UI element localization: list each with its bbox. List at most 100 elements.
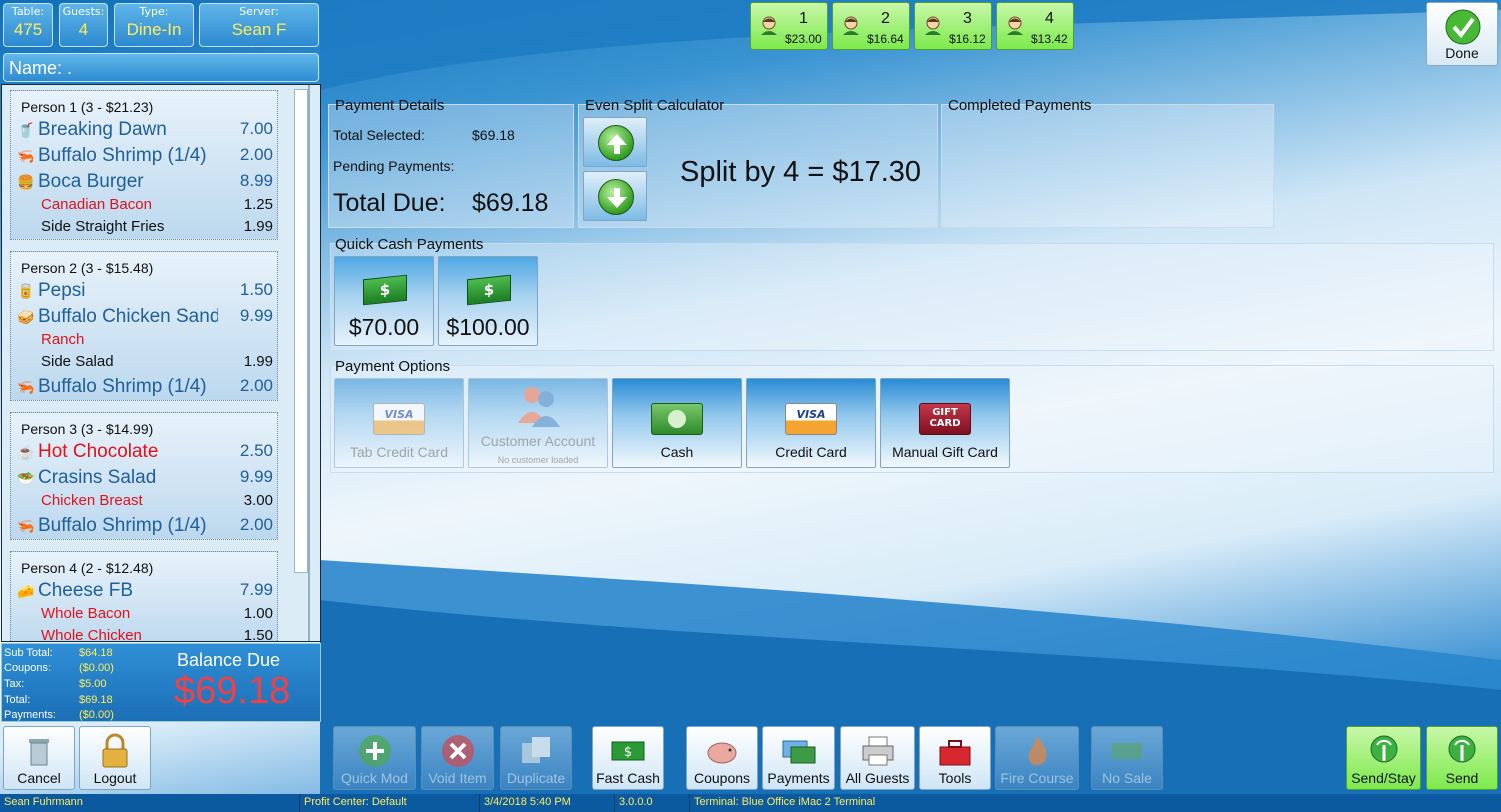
server-label: Server: [239, 5, 279, 18]
order-item[interactable]: 🥪Buffalo Chicken Sandwich 9.99 [11, 304, 277, 330]
order-item[interactable]: 🥗 Crasins Salad 9.99 [11, 465, 277, 491]
cancel-button[interactable]: Cancel [3, 726, 75, 790]
arrow-down-icon [598, 179, 634, 215]
order-scrollbar[interactable] [294, 89, 308, 573]
fire-course-button[interactable]: Fire Course [995, 726, 1079, 790]
table-box: Table: 475 [3, 3, 53, 47]
cash-button[interactable]: Cash [612, 378, 742, 468]
guest-chip-2[interactable]: 2 $16.64 [832, 2, 910, 50]
order-modifier[interactable]: Canadian Bacon 1.25 [11, 195, 277, 217]
done-button[interactable]: Done [1426, 2, 1498, 66]
line-name: Side Straight Fries [41, 218, 165, 235]
payments-row: Payments: ($0.00) [4, 709, 114, 721]
line-price: 9.99 [239, 467, 273, 486]
subtotal-value: $64.18 [79, 647, 113, 659]
line-price: 3.00 [243, 492, 273, 509]
line-name: Whole Chicken [41, 627, 142, 642]
order-item[interactable]: 🍔 Boca Burger 8.99 [11, 169, 277, 195]
order-modifier[interactable]: Ranch [11, 330, 277, 352]
order-item[interactable]: 🦐 Buffalo Shrimp (1/4) 2.00 [11, 374, 277, 400]
fire-icon [1028, 736, 1047, 766]
send-stay-button[interactable]: Send/Stay [1346, 726, 1421, 790]
line-name: Chicken Breast [41, 492, 143, 509]
fast-cash-button[interactable]: $ Fast Cash [592, 726, 664, 790]
line-price: 2.50 [239, 441, 273, 460]
manual-gift-card-button[interactable]: GIFT CARD Manual Gift Card [880, 378, 1010, 468]
guests-label: Guests: [62, 5, 105, 18]
table-value: 475 [13, 20, 43, 39]
cash-bill-icon: $ [467, 274, 511, 306]
order-modifier[interactable]: Whole Bacon 1.00 [11, 604, 277, 626]
order-item[interactable]: 🦐 Buffalo Shrimp (1/4) 2.00 [11, 143, 277, 169]
person-group[interactable]: Person 1 (3 - $21.23) 🥤 Breaking Dawn 7.00 🦐… [10, 90, 278, 240]
line-name: Buffalo Shrimp (1/4) [38, 145, 207, 166]
no-sale-button[interactable]: No Sale [1091, 726, 1163, 790]
order-modifier[interactable]: Whole Chicken 1.50 [11, 626, 277, 642]
split-result: Split by 4 = $17.30 [680, 156, 922, 188]
line-name: Ranch [41, 331, 85, 348]
logout-button[interactable]: Logout [79, 726, 151, 790]
line-name: Breaking Dawn [38, 119, 167, 140]
duplicate-button[interactable]: Duplicate [500, 726, 572, 790]
person-header[interactable]: Person 3 (3 - $14.99) [11, 413, 277, 439]
payment-cards-icon [782, 740, 815, 764]
person-group[interactable]: Person 4 (2 - $12.48) 🧀 Cheese FB 7.99 Whole… [10, 551, 278, 642]
status-datetime: 3/4/2018 5:40 PM [480, 794, 615, 812]
split-down-button[interactable] [583, 171, 647, 221]
status-terminal: Terminal: Blue Office iMac 2 Terminal [694, 796, 876, 808]
person-header[interactable]: Person 1 (3 - $21.23) [11, 91, 277, 117]
tab-credit-card-button[interactable]: VISA Tab Credit Card [334, 378, 464, 468]
line-price: 1.25 [243, 196, 273, 213]
line-name: Cheese FB [38, 580, 134, 601]
line-price: 7.00 [239, 119, 273, 138]
send-button[interactable]: Send [1426, 726, 1498, 790]
line-name: Canadian Bacon [41, 196, 152, 213]
quick-mod-button[interactable]: Quick Mod [333, 726, 416, 790]
cash-drawer-icon [1112, 743, 1142, 759]
tools-button[interactable]: Tools [919, 726, 991, 790]
order-item[interactable]: 🧀 Cheese FB 7.99 [11, 578, 277, 604]
order-modifier[interactable]: Side Straight Fries 1.99 [11, 217, 277, 239]
line-name: Side Salad [41, 353, 114, 370]
visa-card-icon: VISA [785, 403, 837, 435]
order-item[interactable]: ☕ Hot Chocolate 2.50 [11, 439, 277, 465]
order-modifier[interactable]: Side Salad 1.99 [11, 352, 277, 374]
order-modifier[interactable]: Chicken Breast 3.00 [11, 491, 277, 513]
void-item-button[interactable]: Void Item [421, 726, 494, 790]
person-group[interactable]: Person 2 (3 - $15.48) 🥫 Pepsi 1.50 🥪 Buffalo … [10, 251, 278, 401]
person-header[interactable]: Person 4 (2 - $12.48) [11, 552, 277, 578]
payments-button[interactable]: Payments [762, 726, 835, 790]
guest-chip-3[interactable]: 3 $16.12 [914, 2, 992, 50]
customer-name-field[interactable]: Name: . [3, 53, 319, 82]
line-name: Buffalo Shrimp (1/4) [38, 515, 207, 536]
order-item[interactable]: 🥤 Breaking Dawn 7.00 [11, 117, 277, 143]
total-row: Total: $69.18 [4, 694, 113, 706]
server-value: Sean F [231, 20, 287, 39]
cash-icon [651, 403, 703, 435]
customer-account-button[interactable]: Customer Account No customer loaded [468, 378, 608, 468]
quick-cash-title: Quick Cash Payments [335, 236, 484, 253]
guest-chip-4[interactable]: 4 $13.42 [996, 2, 1074, 50]
total-due-value: $69.18 [472, 189, 549, 217]
salad-icon: 🥗 [17, 470, 35, 486]
all-guests-button[interactable]: All Guests [840, 726, 915, 790]
coupons-button[interactable]: Coupons [686, 726, 758, 790]
void-x-icon [441, 735, 474, 767]
line-name: Whole Bacon [41, 605, 131, 622]
credit-card-button[interactable]: VISA Credit Card [746, 378, 876, 468]
order-item[interactable]: 🦐 Buffalo Shrimp (1/4) 2.00 [11, 513, 277, 539]
guest-person-icon [1007, 16, 1023, 35]
order-list[interactable]: Person 1 (3 - $21.23) 🥤 Breaking Dawn 7.00 🦐… [1, 84, 321, 642]
order-item[interactable]: 🥫 Pepsi 1.50 [11, 278, 277, 304]
quick-cash-100-button[interactable]: $ $100.00 [438, 256, 538, 346]
type-value: Dine-In [126, 20, 182, 39]
person-group[interactable]: Person 3 (3 - $14.99) ☕ Hot Chocolate 2.50 🥗… [10, 412, 278, 540]
pending-payments-label: Pending Payments: [333, 158, 455, 174]
quick-cash-70-button[interactable]: $ $70.00 [334, 256, 434, 346]
person-header[interactable]: Person 2 (3 - $15.48) [11, 252, 277, 278]
send-signal-icon [1448, 735, 1476, 763]
split-up-button[interactable] [583, 117, 647, 167]
guest-chip-1[interactable]: 1 $23.00 [750, 2, 828, 50]
guest-amount: $23.00 [785, 32, 822, 46]
cash-bill-icon: $ [611, 741, 645, 761]
